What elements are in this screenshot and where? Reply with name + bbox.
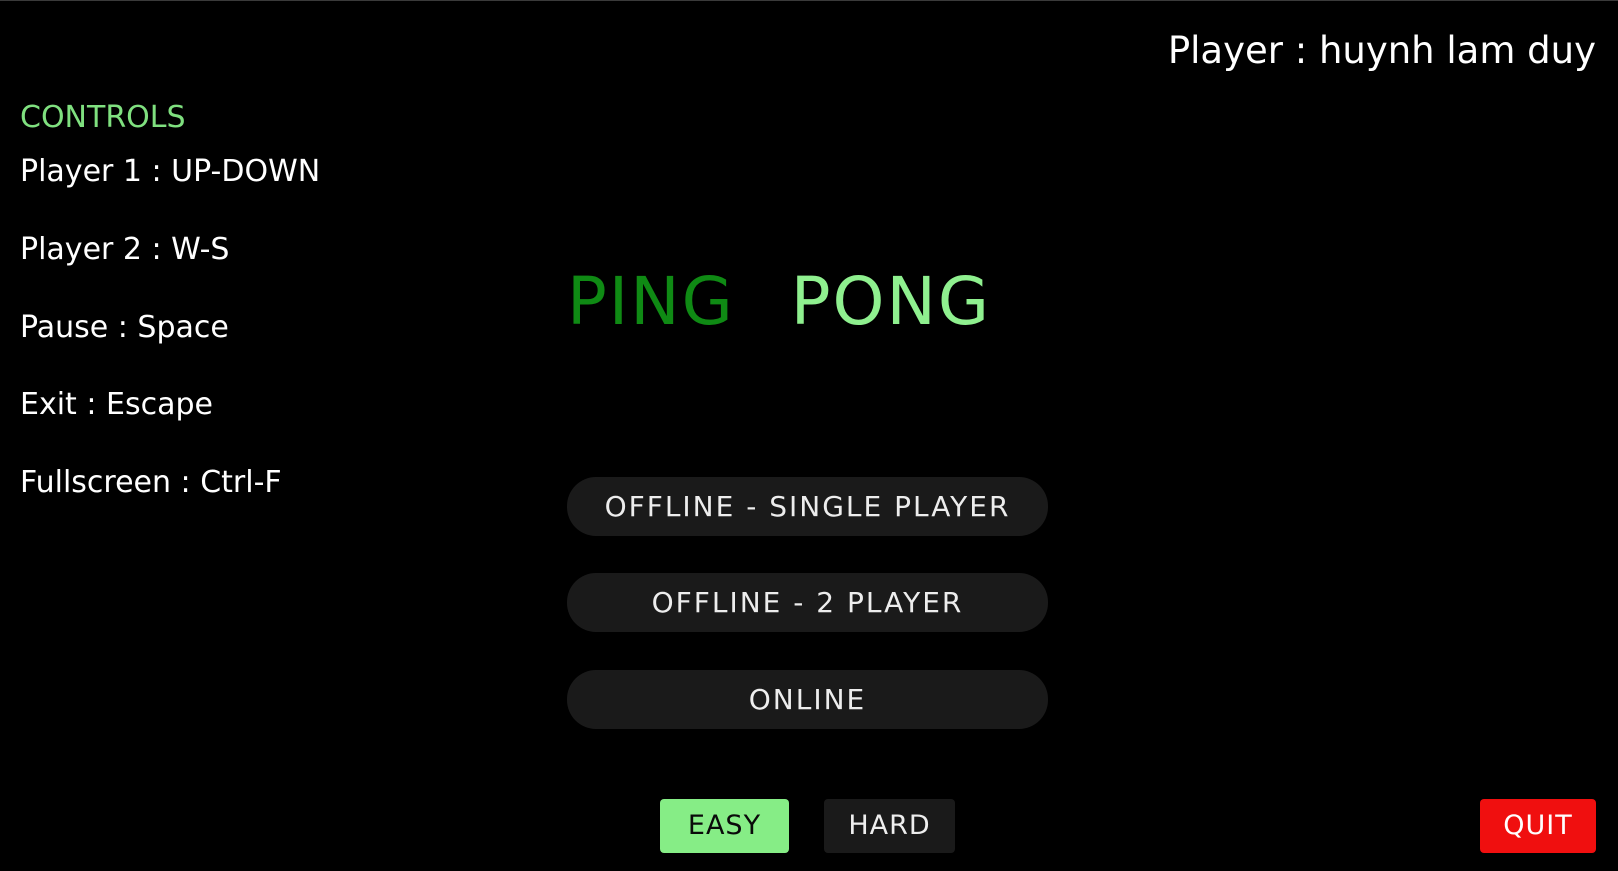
title-ping: PING	[566, 263, 735, 340]
title-pong: PONG	[790, 263, 992, 340]
game-window: Player : huynh lam duy CONTROLS Player 1…	[0, 0, 1618, 871]
offline-two-player-button[interactable]: OFFLINE - 2 PLAYER	[567, 573, 1048, 632]
hard-difficulty-button[interactable]: HARD	[824, 799, 955, 853]
game-title: PING PONG	[0, 263, 1588, 340]
control-exit: Exit : Escape	[20, 387, 213, 422]
quit-button[interactable]: QUIT	[1480, 799, 1596, 853]
control-fullscreen: Fullscreen : Ctrl-F	[20, 465, 282, 500]
offline-single-player-button[interactable]: OFFLINE - SINGLE PLAYER	[567, 477, 1048, 536]
online-button[interactable]: ONLINE	[567, 670, 1048, 729]
easy-difficulty-button[interactable]: EASY	[660, 799, 789, 853]
control-player1: Player 1 : UP-DOWN	[20, 154, 321, 189]
player-name-label: Player : huynh lam duy	[1167, 29, 1596, 72]
controls-title: CONTROLS	[20, 100, 186, 135]
control-player2: Player 2 : W-S	[20, 232, 230, 267]
